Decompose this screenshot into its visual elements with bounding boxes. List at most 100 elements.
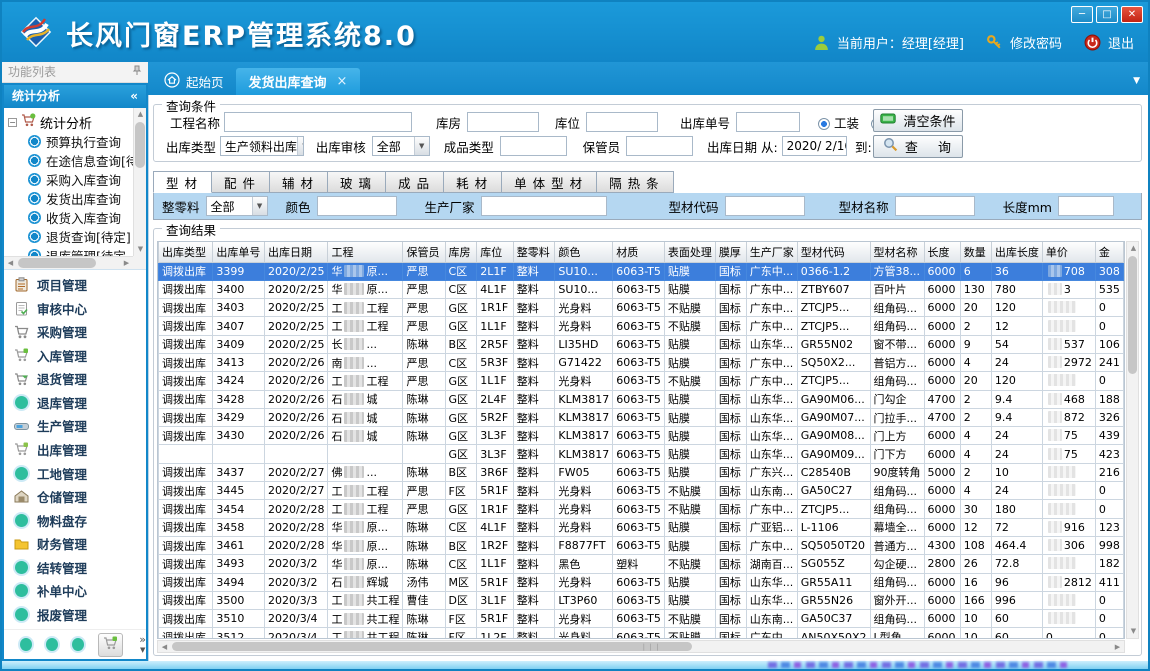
pin-icon[interactable]: [132, 62, 142, 82]
tab-shipment-outbound-query[interactable]: 发货出库查询 ×: [236, 68, 361, 95]
sidebar-menu-item[interactable]: 报废管理: [4, 602, 146, 626]
sidebar-menu-item[interactable]: 生产管理: [4, 414, 146, 438]
tree-root[interactable]: − 统计分析: [8, 112, 133, 132]
dot-icon[interactable]: [72, 638, 84, 651]
column-header[interactable]: 出库单号: [213, 242, 265, 262]
maximize-button[interactable]: □: [1096, 6, 1118, 23]
column-header[interactable]: 出库类型: [159, 242, 213, 262]
table-vertical-scrollbar[interactable]: ▲ ▼: [1126, 241, 1139, 639]
table-row[interactable]: 调拨出库34372020/2/27佛...陈琳B区3R6F整料FW056063-…: [159, 463, 1124, 481]
column-header[interactable]: 颜色: [555, 242, 613, 262]
material-tab[interactable]: 型材: [153, 171, 212, 193]
tree-item[interactable]: 收货入库查询: [8, 208, 133, 227]
column-header[interactable]: 保管员: [403, 242, 445, 262]
table-row[interactable]: 调拨出库34452020/2/27工工程严思F区5R1F整料光身料6063-T5…: [159, 482, 1124, 500]
material-tab[interactable]: 成品: [386, 171, 444, 193]
material-tab[interactable]: 配件: [212, 171, 270, 193]
table-row[interactable]: 调拨出库34612020/2/28华原...陈琳B区1R2F整料F8877FT6…: [159, 536, 1124, 554]
column-header[interactable]: 工程: [328, 242, 403, 262]
column-header[interactable]: 表面处理: [664, 242, 715, 262]
manufacturer-input[interactable]: [481, 196, 607, 216]
column-header[interactable]: 型材代码: [797, 242, 870, 262]
material-tab[interactable]: 辅材: [270, 171, 328, 193]
sidebar-menu-item[interactable]: 审核中心: [4, 297, 146, 321]
table-row[interactable]: 调拨出库34582020/2/28华原...陈琳C区4L1F整料光身料6063-…: [159, 518, 1124, 536]
sidebar-menu-item[interactable]: 仓储管理: [4, 485, 146, 509]
table-row[interactable]: 调拨出库34942020/3/2石辉城汤伟M区5R1F整料光身料6063-T5贴…: [159, 573, 1124, 591]
order-no-input[interactable]: [736, 112, 800, 132]
table-horizontal-scrollbar[interactable]: ◀ ❘❘❘ ▶: [157, 640, 1125, 653]
scroll-down-icon[interactable]: ▼: [1127, 625, 1140, 638]
tree-item[interactable]: 退货查询[待定]: [8, 227, 133, 246]
sidebar-menu-item[interactable]: 采购管理: [4, 320, 146, 344]
tree-item[interactable]: 预算执行查询: [8, 132, 133, 151]
column-header[interactable]: 库位: [477, 242, 514, 262]
sidebar-menu-item[interactable]: 入库管理: [4, 344, 146, 368]
table-row[interactable]: 调拨出库34032020/2/25工工程严思G区1R1F整料光身料6063-T5…: [159, 299, 1124, 317]
search-button[interactable]: 查 询: [873, 135, 963, 158]
tree-expander-icon[interactable]: −: [8, 118, 17, 127]
column-header[interactable]: 材质: [613, 242, 665, 262]
table-row[interactable]: G区3L3F整料KLM38176063-T5贴膜国标山东华...GA90M09.…: [159, 445, 1124, 463]
tab-close-icon[interactable]: ×: [337, 74, 348, 89]
scroll-up-icon[interactable]: ▲: [134, 108, 146, 121]
close-button[interactable]: ✕: [1121, 6, 1143, 23]
tab-home[interactable]: 起始页: [152, 68, 236, 95]
product-type-input[interactable]: [500, 136, 567, 156]
column-header[interactable]: 型材名称: [870, 242, 924, 262]
keeper-input[interactable]: [626, 136, 693, 156]
column-header[interactable]: 数量: [960, 242, 991, 262]
table-row[interactable]: 调拨出库34002020/2/25华原...严思C区4L1F整料SU10...6…: [159, 280, 1124, 298]
table-row[interactable]: 调拨出库34242020/2/26工工程严思G区1L1F整料光身料6063-T5…: [159, 372, 1124, 390]
minimize-button[interactable]: ─: [1071, 6, 1093, 23]
more-menus-chevron[interactable]: »▼: [139, 635, 146, 655]
location-input[interactable]: [586, 112, 658, 132]
whole-part-select[interactable]: 全部▼: [206, 196, 268, 216]
sidebar-menu-item[interactable]: 退库管理: [4, 391, 146, 415]
sidebar-menu-item[interactable]: 结转管理: [4, 555, 146, 579]
column-header[interactable]: 生产厂家: [746, 242, 797, 262]
material-tab[interactable]: 单体型材: [502, 171, 597, 193]
clear-conditions-button[interactable]: 清空条件: [873, 109, 963, 132]
sidebar-menu-item[interactable]: 项目管理: [4, 273, 146, 297]
profile-name-input[interactable]: [895, 196, 975, 216]
scroll-left-icon[interactable]: ◀: [158, 641, 171, 654]
warehouse-input[interactable]: [467, 112, 539, 132]
tree-vertical-scrollbar[interactable]: ▲ ▼: [133, 108, 146, 256]
sidebar-menu-item[interactable]: 退货管理: [4, 367, 146, 391]
profile-code-input[interactable]: [725, 196, 805, 216]
collapse-icon[interactable]: «: [130, 85, 138, 108]
column-header[interactable]: 单价: [1042, 242, 1095, 262]
length-input[interactable]: [1058, 196, 1114, 216]
outbound-type-select[interactable]: 生产领料出库▼: [220, 136, 304, 156]
table-row[interactable]: 调拨出库34282020/2/26石城陈琳G区2L4F整料KLM38176063…: [159, 390, 1124, 408]
tree-item[interactable]: 发货出库查询: [8, 189, 133, 208]
sidebar-menu-item[interactable]: 出库管理: [4, 438, 146, 462]
tab-list-dropdown-icon[interactable]: ▼: [1133, 76, 1140, 86]
table-row[interactable]: 调拨出库34932020/3/2华原...陈琳C区1L1F整料黑色塑料不贴膜国标…: [159, 555, 1124, 573]
material-tab[interactable]: 耗材: [444, 171, 502, 193]
table-row[interactable]: 调拨出库35102020/3/4工共工程陈琳F区5R1F整料光身料6063-T5…: [159, 610, 1124, 628]
date-from-picker[interactable]: 2020/ 2/16▼: [782, 136, 847, 156]
table-row[interactable]: 调拨出库35122020/3/4工共工程陈琳F区1L2F整料光身料6063-T5…: [159, 628, 1124, 639]
logout-link[interactable]: 退出: [1108, 33, 1134, 52]
table-row[interactable]: 调拨出库33992020/2/25华原...严思C区2L1F整料SU10...6…: [159, 262, 1124, 280]
dot-icon[interactable]: [20, 638, 32, 651]
change-password-link[interactable]: 修改密码: [1010, 33, 1062, 52]
sidebar-menu-item[interactable]: 物料盘存: [4, 508, 146, 532]
material-tab[interactable]: 玻璃: [328, 171, 386, 193]
table-row[interactable]: 调拨出库34132020/2/26南...严思C区5R3F整料G71422606…: [159, 353, 1124, 371]
column-header[interactable]: 库房: [445, 242, 477, 262]
scroll-down-icon[interactable]: ▼: [134, 243, 146, 256]
table-row[interactable]: 调拨出库34292020/2/26石城陈琳G区5R2F整料KLM38176063…: [159, 408, 1124, 426]
review-select[interactable]: 全部▼: [372, 136, 430, 156]
column-header[interactable]: 金: [1095, 242, 1123, 262]
color-input[interactable]: [317, 196, 397, 216]
table-row[interactable]: 调拨出库34542020/2/28工工程严思G区1R1F整料光身料6063-T5…: [159, 500, 1124, 518]
scroll-up-icon[interactable]: ▲: [1127, 242, 1140, 255]
sidebar-menu-item[interactable]: 财务管理: [4, 532, 146, 556]
table-row[interactable]: 调拨出库34302020/2/26石城陈琳G区3L3F整料KLM38176063…: [159, 427, 1124, 445]
sidebar-menu-item[interactable]: 工地管理: [4, 461, 146, 485]
scroll-right-icon[interactable]: ▶: [120, 257, 133, 270]
project-name-input[interactable]: [224, 112, 412, 132]
